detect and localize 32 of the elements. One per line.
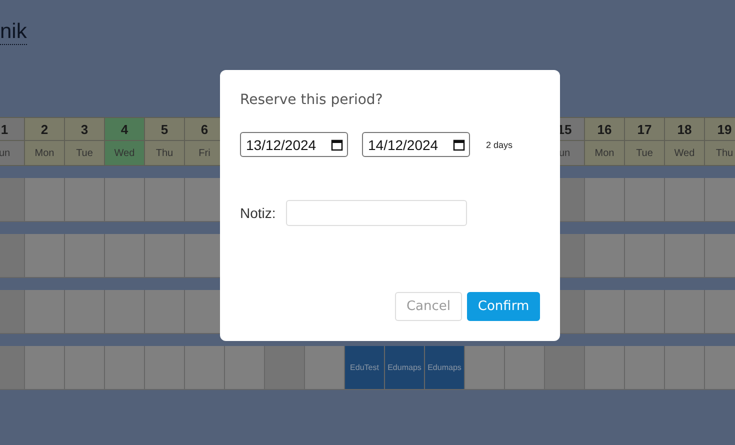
weekday-label: Mon [585,141,625,166]
date-field[interactable]: 14/12/2024 [362,132,470,157]
calendar-icon[interactable] [331,138,343,150]
dialog-title: Reserve this period? [240,92,384,110]
note-field[interactable] [286,200,467,226]
weekday-label: Thu [705,141,735,166]
booking-block[interactable]: EduTest [345,346,385,390]
day-number: 1 [0,117,25,141]
day-number: 3 [65,117,105,141]
weekday-label: un [0,141,25,166]
booking-block[interactable]: Edumaps [425,346,465,390]
booking-block[interactable]: Edumaps [385,346,425,390]
day-number: 18 [665,117,705,141]
weekday-label: Tue [625,141,665,166]
day-number: 19 [705,117,735,141]
page-title[interactable]: nik [0,20,27,45]
weekday-label: Tue [65,141,105,166]
date-field[interactable]: 13/12/2024 [240,132,348,157]
weekday-label: Wed [665,141,705,166]
cancel-button[interactable]: Cancel [395,292,462,321]
confirm-button[interactable]: Confirm [467,292,540,321]
day-number: 5 [145,117,185,141]
duration-label: 2 days [486,140,513,150]
calendar-icon[interactable] [453,138,465,150]
note-label: Notiz: [240,205,276,221]
day-number: 2 [25,117,65,141]
day-number: 17 [625,117,665,141]
weekday-label: Mon [25,141,65,166]
weekday-label: Thu [145,141,185,166]
day-number: 4 [105,117,145,141]
weekday-label: Wed [105,141,145,166]
day-number: 16 [585,117,625,141]
